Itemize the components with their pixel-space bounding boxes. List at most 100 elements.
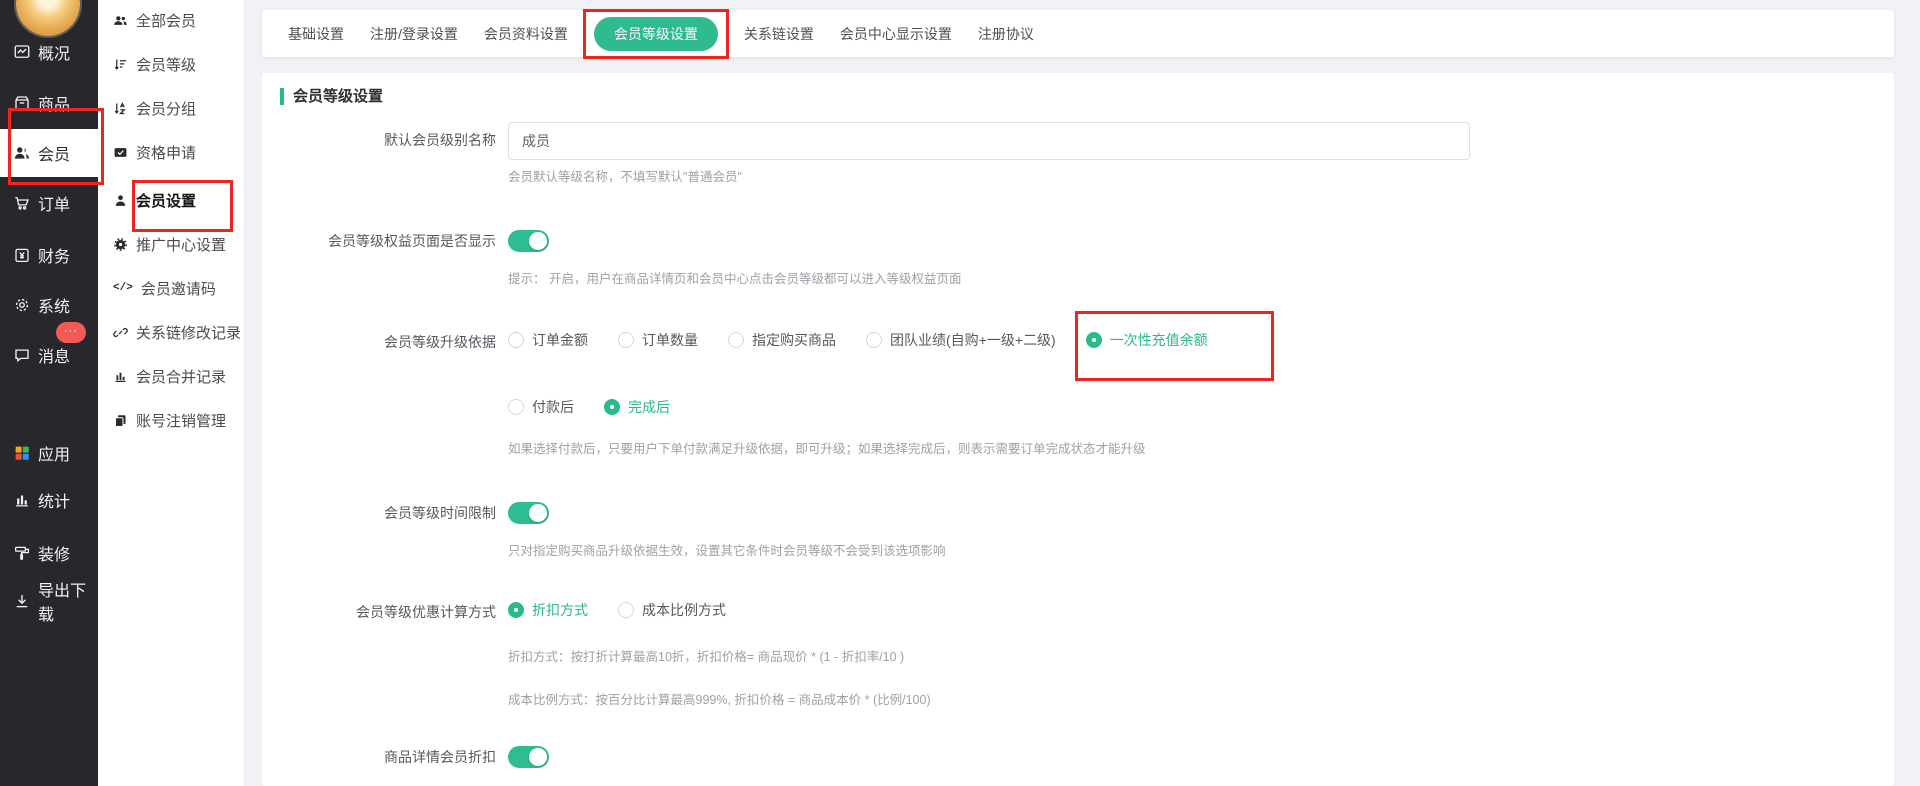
submenu-item-member-invite-code[interactable]: </> 会员邀请码 [98,272,245,304]
submenu-item-label: 全部会员 [136,10,196,31]
sidebar-item-goods[interactable]: 商品 [0,87,98,119]
radio-circle [508,332,524,348]
sidebar-item-system[interactable]: 系统 [0,289,98,321]
sidebar-item-messages[interactable]: 消息 [0,339,98,371]
radio-circle [728,332,744,348]
submenu-item-member-level[interactable]: 会员等级 [98,48,245,80]
radio-one-time-recharge-balance[interactable]: 一次性充值余额 [1086,330,1208,350]
gear-icon [13,296,31,314]
submenu-item-all-members[interactable]: 全部会员 [98,4,245,36]
sidebar-item-orders[interactable]: 订单 [0,187,98,219]
submenu-item-label: 会员合并记录 [136,366,226,387]
sidebar-item-statistics[interactable]: 统计 [0,484,98,516]
apps-icon [13,444,31,462]
submenu-item-label: 账号注销管理 [136,410,226,431]
member-level-settings-panel: 会员等级设置 默认会员级别名称 会员默认等级名称，不填写默认"普通会员" 会员等… [262,73,1894,786]
tab-member-level-settings[interactable]: 会员等级设置 [594,17,718,51]
submenu-item-member-merge-log[interactable]: 会员合并记录 [98,360,245,392]
radio-order-count[interactable]: 订单数量 [618,330,698,350]
section-title: 会员等级设置 [280,88,383,105]
sidebar-item-apps[interactable]: 应用 [0,437,98,469]
time-limit-switch[interactable] [508,502,549,524]
sidebar-item-decoration[interactable]: 装修 [0,537,98,569]
radio-cost-ratio-mode[interactable]: 成本比例方式 [618,600,726,620]
cart-icon [13,194,31,212]
discount-mode-hint2: 成本比例方式：按百分比计算最高999%, 折扣价格 = 商品成本价 * (比例/… [508,691,931,709]
sidebar-item-label: 系统 [38,293,70,317]
radio-specified-goods[interactable]: 指定购买商品 [728,330,836,350]
sidebar-item-label: 商品 [38,91,70,115]
code-icon: </> [113,282,133,294]
radio-circle [618,602,634,618]
goods-icon [13,94,31,112]
sidebar-item-label: 消息 [38,343,70,367]
radio-label: 指定购买商品 [752,330,836,350]
default-level-name-help: 会员默认等级名称，不填写默认"普通会员" [508,168,742,186]
radio-after-payment[interactable]: 付款后 [508,397,574,417]
sidebar-item-members[interactable]: 会员 [0,137,98,169]
users-icon [113,13,128,28]
submenu-item-relation-chain-log[interactable]: 关系链修改记录 [98,316,245,348]
tab-basic-settings[interactable]: 基础设置 [288,24,344,44]
sidebar-item-label: 装修 [38,541,70,565]
tab-member-profile-settings[interactable]: 会员资料设置 [484,24,568,44]
sidebar-item-export[interactable]: 导出下载 [0,585,98,617]
bar-chart-icon [13,491,31,509]
radio-label: 折扣方式 [532,600,588,620]
tab-registration-agreement[interactable]: 注册协议 [978,24,1034,44]
member-submenu: 全部会员 会员等级 会员分组 资格申请 会员设置 推广中心设置 </> 会员邀请… [98,0,245,786]
radio-after-completion[interactable]: 完成后 [604,397,670,417]
submenu-item-label: 资格申请 [136,142,196,163]
tab-relation-chain-settings[interactable]: 关系链设置 [744,24,814,44]
active-tab-wrap: 会员等级设置 [594,17,718,51]
benefit-page-switch[interactable] [508,230,549,252]
sort-az-icon [113,101,128,116]
switch-knob [529,748,547,766]
radio-circle [508,399,524,415]
radio-label: 团队业绩(自购+一级+二级) [890,330,1056,350]
sidebar-item-label: 应用 [38,441,70,465]
submenu-item-member-settings[interactable]: 会员设置 [98,184,245,216]
default-level-name-input[interactable] [508,122,1470,160]
tab-member-center-display-settings[interactable]: 会员中心显示设置 [840,24,952,44]
main-sidebar: 概况 商品 会员 订单 财务 系统 消息 ··· 应用 统计 装修 导出下载 [0,0,98,786]
finance-icon [13,246,31,264]
sidebar-item-finance[interactable]: 财务 [0,239,98,271]
submenu-item-label: 推广中心设置 [136,234,226,255]
messages-badge: ··· [56,322,86,343]
download-icon [13,592,31,610]
benefit-page-label: 会员等级权益页面是否显示 [262,231,496,251]
radio-discount-mode[interactable]: 折扣方式 [508,600,588,620]
sidebar-item-label: 财务 [38,243,70,267]
avatar[interactable] [16,0,80,36]
submenu-item-label: 会员设置 [136,190,196,211]
submenu-item-member-group[interactable]: 会员分组 [98,92,245,124]
detail-discount-switch[interactable] [508,746,549,768]
sidebar-item-label: 订单 [38,191,70,215]
radio-label: 完成后 [628,397,670,417]
radio-order-amount[interactable]: 订单金额 [508,330,588,350]
radio-team-performance[interactable]: 团队业绩(自购+一级+二级) [866,330,1056,350]
radio-circle [508,602,524,618]
folder-check-icon [113,145,128,160]
sidebar-item-overview[interactable]: 概况 [0,36,98,68]
annotated-option-wrap: 一次性充值余额 [1086,330,1208,350]
settings-tabbar: 基础设置 注册/登录设置 会员资料设置 会员等级设置 关系链设置 会员中心显示设… [262,10,1894,57]
radio-circle [866,332,882,348]
default-level-name-label: 默认会员级别名称 [262,130,496,150]
submenu-item-qualification-apply[interactable]: 资格申请 [98,136,245,168]
sidebar-item-label: 会员 [38,141,70,165]
tab-register-login-settings[interactable]: 注册/登录设置 [370,24,458,44]
discount-mode-label: 会员等级优惠计算方式 [262,602,496,622]
submenu-item-label: 会员等级 [136,54,196,75]
gear-filled-icon [113,237,128,252]
chart-icon [113,369,128,384]
submenu-item-account-cancellation[interactable]: 账号注销管理 [98,404,245,436]
sidebar-item-label: 导出下载 [38,577,98,625]
submenu-item-promotion-center-settings[interactable]: 推广中心设置 [98,228,245,260]
discount-mode-options: 折扣方式 成本比例方式 [508,600,726,620]
copy-file-icon [113,413,128,428]
submenu-item-label: 会员邀请码 [141,278,216,299]
submenu-item-label: 关系链修改记录 [136,322,241,343]
radio-circle [1086,332,1102,348]
